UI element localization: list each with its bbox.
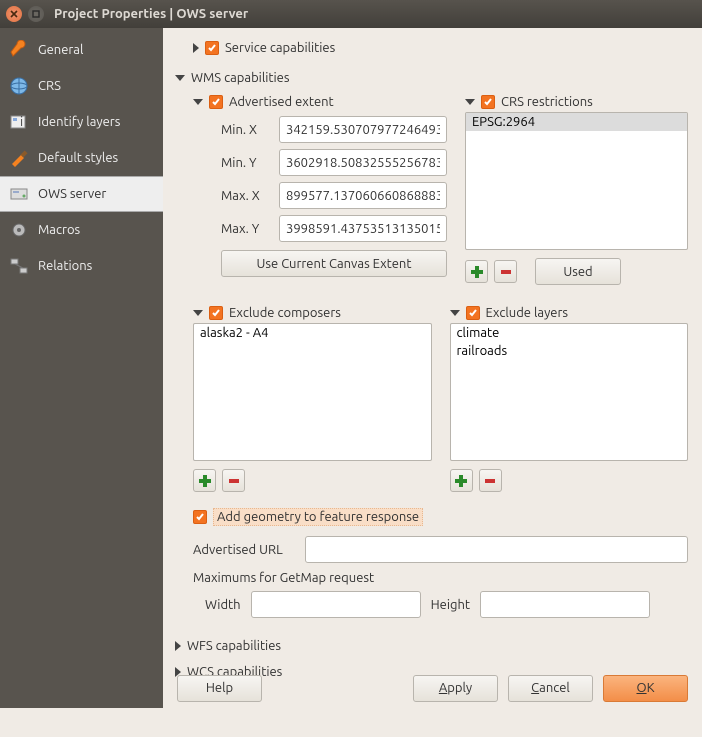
svg-text:i: i [20,115,23,129]
list-item[interactable]: climate [451,324,688,342]
height-input[interactable] [480,591,650,618]
add-geometry-label: Add geometry to feature response [213,508,423,526]
use-canvas-extent-button[interactable]: Use Current Canvas Extent [221,250,447,277]
sidebar-item-label: CRS [38,79,61,93]
sidebar: General CRS i Identify layers Default st… [0,28,163,708]
minimize-icon[interactable] [28,6,44,22]
section-label: Service capabilities [225,41,335,55]
list-item[interactable]: EPSG:2964 [466,113,687,131]
globe-icon [8,75,30,97]
section-label: Exclude composers [229,306,341,320]
sidebar-item-identify[interactable]: i Identify layers [0,104,163,140]
sidebar-item-general[interactable]: General [0,32,163,68]
chevron-down-icon [175,75,185,81]
width-input[interactable] [251,591,421,618]
list-item[interactable]: railroads [451,342,688,360]
sidebar-item-label: OWS server [38,187,106,201]
section-label: Advertised extent [229,95,334,109]
maxy-input[interactable] [279,215,447,242]
remove-crs-button[interactable] [494,260,517,283]
chevron-down-icon [193,310,203,316]
wrench-icon [8,39,30,61]
remove-composer-button[interactable] [222,469,245,492]
section-label: CRS restrictions [501,95,593,109]
chevron-right-icon [175,641,181,651]
remove-layer-button[interactable] [479,469,502,492]
getmap-heading: Maximums for GetMap request [193,571,688,585]
checkbox-add-geometry[interactable] [193,510,207,524]
sidebar-item-ows[interactable]: OWS server [0,176,163,212]
add-composer-button[interactable] [193,469,216,492]
sidebar-item-styles[interactable]: Default styles [0,140,163,176]
minx-input[interactable] [279,116,447,143]
section-wfs-capabilities[interactable]: WFS capabilities [175,636,688,656]
chevron-down-icon [450,310,460,316]
composers-listbox[interactable]: alaska2 - A4 [193,323,432,461]
miny-input[interactable] [279,149,447,176]
relations-icon [8,255,30,277]
sidebar-item-label: Macros [38,223,80,237]
content-pane: Service capabilities WMS capabilities Ad… [163,28,702,708]
dialog-footer: Help Apply Cancel OK [163,668,702,708]
gear-icon [8,219,30,241]
section-advertised-extent[interactable]: Advertised extent [193,92,447,112]
section-label: Exclude layers [486,306,569,320]
checkbox-exclude-composers[interactable] [209,306,223,320]
add-layer-button[interactable] [450,469,473,492]
sidebar-item-label: General [38,43,83,57]
window-title: Project Properties | OWS server [54,7,248,21]
list-item[interactable]: alaska2 - A4 [194,324,431,342]
sidebar-item-label: Default styles [38,151,118,165]
checkbox-exclude-layers[interactable] [466,306,480,320]
close-icon[interactable] [6,6,22,22]
crs-used-button[interactable]: Used [535,258,621,285]
layers-listbox[interactable]: climate railroads [450,323,689,461]
section-label: WFS capabilities [187,639,281,653]
sidebar-item-crs[interactable]: CRS [0,68,163,104]
minx-label: Min. X [221,123,273,137]
ok-button[interactable]: OK [603,675,688,702]
sidebar-item-label: Relations [38,259,92,273]
section-exclude-layers[interactable]: Exclude layers [450,303,689,323]
cancel-button[interactable]: Cancel [508,675,593,702]
maxx-label: Max. X [221,189,273,203]
chevron-right-icon [193,43,199,53]
identify-icon: i [8,111,30,133]
brush-icon [8,147,30,169]
width-label: Width [205,598,241,612]
advertised-url-label: Advertised URL [193,543,297,557]
height-label: Height [431,598,470,612]
maxy-label: Max. Y [221,222,273,236]
section-crs-restrictions[interactable]: CRS restrictions [465,92,688,112]
add-crs-button[interactable] [465,260,488,283]
sidebar-item-label: Identify layers [38,115,120,129]
section-service-capabilities[interactable]: Service capabilities [175,38,688,58]
sidebar-item-relations[interactable]: Relations [0,248,163,284]
checkbox-crs-restrictions[interactable] [481,95,495,109]
crs-listbox[interactable]: EPSG:2964 [465,112,688,250]
miny-label: Min. Y [221,156,273,170]
section-label: WMS capabilities [191,71,290,85]
server-icon [8,183,30,205]
chevron-down-icon [465,99,475,105]
advertised-url-input[interactable] [305,536,688,563]
sidebar-item-macros[interactable]: Macros [0,212,163,248]
checkbox-advertised-extent[interactable] [209,95,223,109]
help-button[interactable]: Help [177,675,262,702]
maxx-input[interactable] [279,182,447,209]
apply-button[interactable]: Apply [413,675,498,702]
titlebar: Project Properties | OWS server [0,0,702,28]
section-exclude-composers[interactable]: Exclude composers [193,303,432,323]
checkbox-service-capabilities[interactable] [205,41,219,55]
chevron-down-icon [193,99,203,105]
section-wms-capabilities[interactable]: WMS capabilities [175,68,688,88]
